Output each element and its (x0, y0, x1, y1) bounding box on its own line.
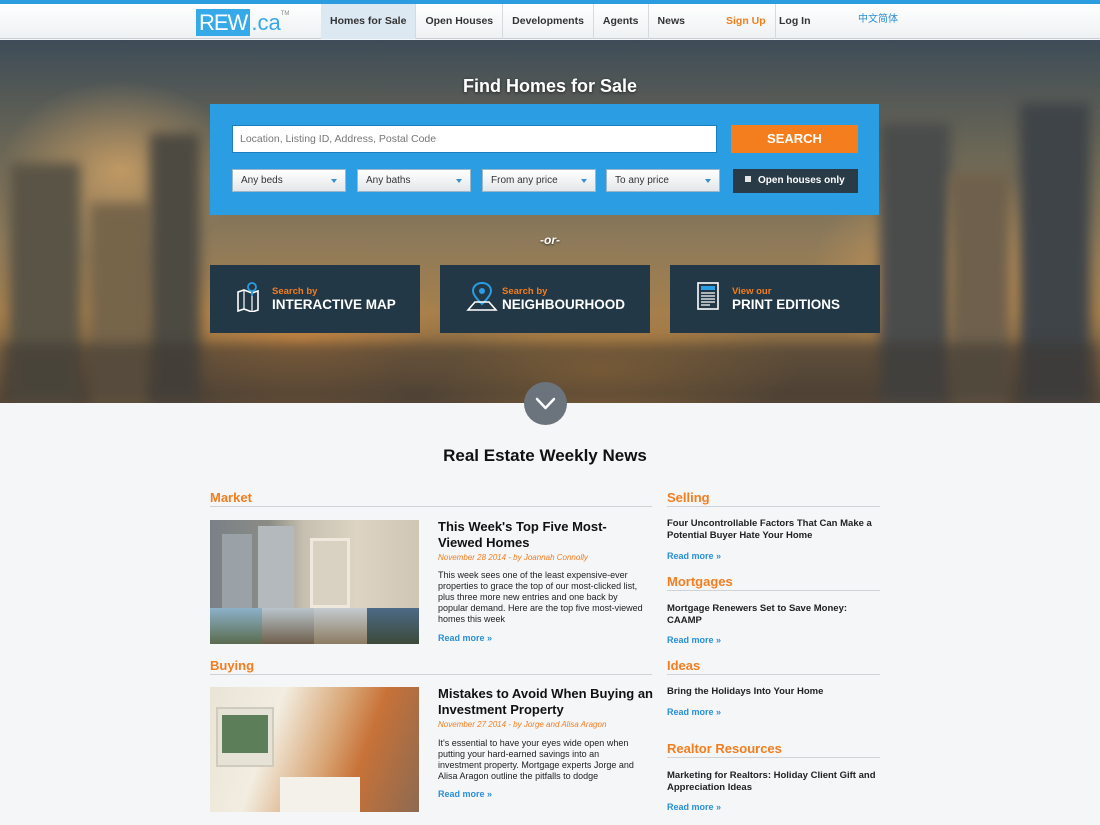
market-thumbnail[interactable] (262, 608, 314, 644)
beds-dropdown[interactable]: Any beds (232, 169, 346, 192)
nav-open-houses[interactable]: Open Houses (416, 4, 504, 39)
photo-detail (310, 538, 350, 608)
search-button[interactable]: SEARCH (731, 125, 858, 153)
photo-detail (280, 777, 360, 812)
buying-article-image[interactable] (210, 687, 419, 812)
section-divider (667, 506, 880, 507)
chevron-down-icon (581, 179, 587, 183)
hero-title: Find Homes for Sale (462, 76, 638, 96)
log-in-link[interactable]: Log In (770, 4, 820, 39)
buying-read-more-link[interactable]: Read more » (438, 789, 492, 799)
section-heading-ideas[interactable]: Ideas (667, 658, 700, 673)
max-price-dropdown-value: To any price (615, 175, 669, 186)
open-houses-only-label: Open houses only (758, 175, 845, 186)
language-switch-link[interactable]: 中文简体 (858, 4, 898, 39)
market-thumbnail[interactable] (314, 608, 367, 644)
realtor-resources-article-title[interactable]: Marketing for Realtors: Holiday Client G… (667, 770, 882, 794)
hero-search-section: Find Homes for Sale SEARCH Any beds Any … (0, 40, 1100, 403)
top-navigation: REW .ca TM Homes for Sale Open Houses De… (0, 4, 1100, 39)
neighbourhood-tile[interactable]: Search by NEIGHBOURHOOD (440, 265, 650, 333)
rew-logo[interactable]: REW .ca TM (196, 9, 289, 36)
checkbox-icon (745, 176, 751, 182)
section-divider (667, 757, 880, 758)
ideas-article-title[interactable]: Bring the Holidays Into Your Home (667, 686, 882, 698)
interactive-map-tile[interactable]: Search by INTERACTIVE MAP (210, 265, 420, 333)
market-article-title[interactable]: This Week's Top Five Most-Viewed Homes (438, 519, 648, 551)
tile-big-label: PRINT EDITIONS (732, 297, 841, 312)
tile-big-label: NEIGHBOURHOOD (502, 297, 626, 312)
nav-homes-for-sale[interactable]: Homes for Sale (321, 4, 417, 39)
section-divider (667, 590, 880, 591)
section-heading-selling[interactable]: Selling (667, 490, 710, 505)
chevron-down-icon (456, 179, 462, 183)
location-search-input[interactable] (232, 125, 717, 153)
selling-article-title[interactable]: Four Uncontrollable Factors That Can Mak… (667, 518, 882, 542)
newspaper-icon (696, 282, 720, 315)
main-nav-links: Homes for Sale Open Houses Developments … (321, 4, 694, 39)
scroll-down-button[interactable] (524, 382, 567, 425)
mortgages-read-more-link[interactable]: Read more » (667, 635, 721, 645)
market-read-more-link[interactable]: Read more » (438, 633, 492, 643)
buying-article-meta: November 27 2014 - by Jorge and Alisa Ar… (438, 720, 607, 729)
nav-developments[interactable]: Developments (503, 4, 594, 39)
market-article-meta: November 28 2014 - by Joannah Connolly (438, 553, 588, 562)
beds-dropdown-value: Any beds (241, 175, 283, 186)
section-divider (210, 674, 652, 675)
logo-rew: REW (196, 9, 251, 36)
open-houses-only-toggle[interactable]: Open houses only (733, 169, 858, 193)
search-panel: SEARCH Any beds Any baths From any price… (210, 104, 879, 215)
logo-tm: TM (280, 11, 290, 17)
logo-ca: .ca (251, 10, 281, 35)
sign-up-link[interactable]: Sign Up (717, 4, 776, 39)
section-heading-realtor-resources[interactable]: Realtor Resources (667, 741, 782, 756)
print-editions-tile[interactable]: View our PRINT EDITIONS (670, 265, 880, 333)
section-heading-mortgages[interactable]: Mortgages (667, 574, 733, 589)
photo-detail (222, 715, 268, 753)
market-thumbnail[interactable] (367, 608, 419, 644)
photo-detail (258, 526, 294, 608)
buying-article-title[interactable]: Mistakes to Avoid When Buying an Investm… (438, 686, 653, 718)
tile-small-label: Search by (502, 286, 548, 297)
map-icon (236, 282, 260, 317)
baths-dropdown-value: Any baths (366, 175, 411, 186)
chevron-down-icon (535, 397, 556, 410)
nav-agents[interactable]: Agents (594, 4, 649, 39)
market-thumbnail[interactable] (210, 608, 262, 644)
buying-article-excerpt: It's essential to have your eyes wide op… (438, 738, 634, 781)
market-article-image[interactable] (210, 520, 419, 608)
max-price-dropdown[interactable]: To any price (606, 169, 720, 192)
realtor-resources-read-more-link[interactable]: Read more » (667, 802, 721, 812)
section-heading-market[interactable]: Market (210, 490, 252, 505)
section-divider (210, 506, 652, 507)
nav-news[interactable]: News (649, 4, 694, 39)
location-pin-icon (466, 281, 498, 317)
chevron-down-icon (705, 179, 711, 183)
photo-detail (222, 534, 252, 608)
tile-small-label: Search by (272, 286, 318, 297)
ideas-read-more-link[interactable]: Read more » (667, 707, 721, 717)
section-heading-buying[interactable]: Buying (210, 658, 254, 673)
market-article-excerpt: This week sees one of the least expensiv… (438, 570, 643, 624)
chevron-down-icon (331, 179, 337, 183)
min-price-dropdown[interactable]: From any price (482, 169, 596, 192)
min-price-dropdown-value: From any price (491, 175, 558, 186)
tile-big-label: INTERACTIVE MAP (272, 297, 396, 312)
baths-dropdown[interactable]: Any baths (357, 169, 471, 192)
section-divider (667, 674, 880, 675)
or-divider: -or- (540, 233, 560, 247)
tile-small-label: View our (732, 286, 772, 297)
mortgages-article-title[interactable]: Mortgage Renewers Set to Save Money: CAA… (667, 603, 882, 627)
news-section-title: Real Estate Weekly News (443, 446, 647, 465)
selling-read-more-link[interactable]: Read more » (667, 551, 721, 561)
